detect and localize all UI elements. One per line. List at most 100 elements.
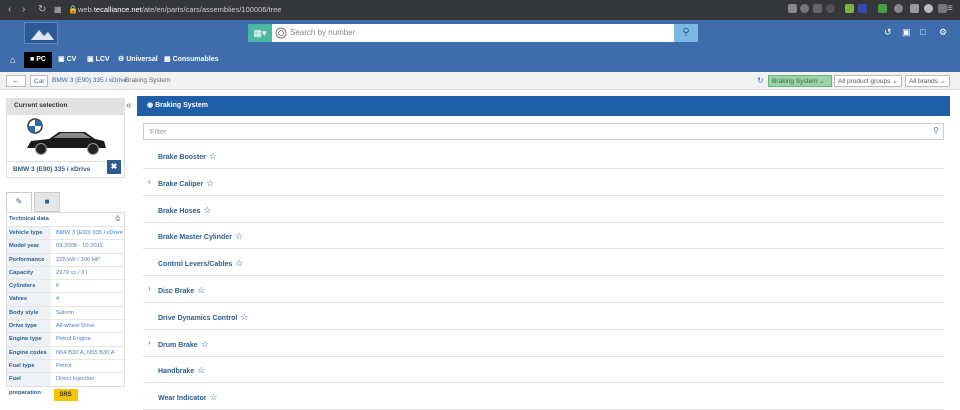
forward-icon[interactable]: › <box>22 4 25 16</box>
favorite-star-icon[interactable]: ☆ <box>206 178 214 188</box>
chevron-right-icon[interactable]: › <box>148 177 151 186</box>
home-icon[interactable]: ⌂ <box>10 52 15 68</box>
favorite-star-icon[interactable]: ☆ <box>235 231 243 241</box>
nav-cv[interactable]: ▣ CV <box>58 52 76 68</box>
assembly-item-label: Brake Hoses <box>158 207 201 215</box>
print-icon[interactable]: ⎙ <box>115 213 120 226</box>
assembly-item-label-wrap[interactable]: Brake Master Cylinder ☆ <box>158 231 243 242</box>
assembly-select[interactable]: Braking System ⌄ <box>768 75 832 87</box>
nav-universal[interactable]: ⚙ Universal <box>118 52 158 68</box>
breadcrumb-model[interactable]: BMW 3 (E90) 335 i xDrive <box>52 75 127 87</box>
send-icon[interactable] <box>813 4 822 13</box>
assembly-list-item[interactable]: Brake Hoses ☆ <box>143 196 944 223</box>
assembly-list-item[interactable]: › Brake Caliper ☆ <box>143 169 944 196</box>
collapse-panel-icon[interactable]: « <box>126 100 132 111</box>
assembly-list-item[interactable]: Control Levers/Cables ☆ <box>143 249 944 277</box>
technical-data-row: Capacity 2979 cc / 3 l <box>7 265 124 280</box>
van-icon: ▣ <box>87 56 94 63</box>
search-type-dropdown[interactable]: ▦▾ <box>248 24 272 42</box>
favorite-star-icon[interactable]: ☆ <box>197 285 205 295</box>
assembly-list-item[interactable]: Handbrake ☆ <box>143 356 944 384</box>
nav-lcv-label: LCV <box>95 56 110 63</box>
edit-document-icon: ✎ <box>15 197 23 206</box>
favorite-star-icon[interactable]: ☆ <box>235 258 243 268</box>
download-icon[interactable] <box>938 4 947 13</box>
breadcrumb-car[interactable]: Car <box>30 75 49 87</box>
chevron-right-icon[interactable]: › <box>148 338 151 347</box>
assembly-item-label-wrap[interactable]: Disc Brake ☆ <box>158 285 205 296</box>
tab-vehicle-view[interactable]: ■ <box>34 192 60 212</box>
profile-avatar-icon[interactable] <box>924 4 933 13</box>
nav-pc-label: PC <box>36 56 46 63</box>
technical-data-row: Valves 4 <box>7 292 124 306</box>
assembly-item-label: Disc Brake <box>158 288 195 295</box>
favorite-star-icon[interactable]: ☆ <box>203 205 211 215</box>
reload-icon[interactable]: ↻ <box>38 4 46 16</box>
assembly-item-label-wrap[interactable]: Wear Indicator ☆ <box>158 392 218 403</box>
assembly-item-label-wrap[interactable]: Drive Dynamics Control ☆ <box>158 312 248 323</box>
technical-data-value: 4 <box>56 296 60 303</box>
technical-data-key: Valves <box>7 293 51 306</box>
document-icon[interactable]: ▣ <box>902 27 911 38</box>
srs-button[interactable]: SRS <box>53 388 78 401</box>
nav-pc[interactable]: ■ PC <box>24 52 52 68</box>
extensions-puzzle-icon[interactable] <box>910 4 919 13</box>
search-input[interactable]: Search by number <box>290 24 355 42</box>
vehicle-type-nav: ⌂ ■ PC ▣ CV ▣ LCV ⚙ Universal ▦ Consumab… <box>0 48 960 72</box>
nav-lcv[interactable]: ▣ LCV <box>87 52 110 68</box>
assembly-item-label-wrap[interactable]: Brake Booster ☆ <box>158 151 217 162</box>
url-prefix: web. <box>78 5 94 14</box>
extension-green-icon[interactable] <box>845 4 854 13</box>
back-icon[interactable]: ‹ <box>8 4 11 16</box>
technical-data-row: Body style Saloon <box>7 305 124 320</box>
favorite-star-icon[interactable]: ☆ <box>201 339 209 349</box>
shield-check-icon[interactable] <box>800 4 809 13</box>
heart-icon[interactable] <box>826 4 835 13</box>
assembly-item-label-wrap[interactable]: Drum Brake ☆ <box>158 339 209 350</box>
assembly-list-item[interactable]: › Drum Brake ☆ <box>143 330 944 357</box>
search-button[interactable]: ⚲ <box>674 24 698 42</box>
assembly-list-item[interactable]: Drive Dynamics Control ☆ <box>143 303 944 330</box>
brands-select[interactable]: All brands ⌄ <box>905 75 950 87</box>
filter-placeholder: Filter <box>150 127 167 136</box>
close-icon: ✖ <box>110 162 118 171</box>
product-groups-value: All product groups <box>838 78 891 85</box>
filter-input[interactable]: Filter ⚲ <box>143 123 944 140</box>
assembly-list-item[interactable]: Brake Master Cylinder ☆ <box>143 222 944 250</box>
camera-icon[interactable] <box>788 4 797 13</box>
assembly-item-label: Wear Indicator <box>158 395 207 403</box>
assembly-list-item[interactable]: › Disc Brake ☆ <box>143 276 944 303</box>
refresh-icon[interactable]: ↻ <box>757 75 764 87</box>
tab-technical-data[interactable]: ✎ <box>6 192 32 212</box>
app-logo[interactable] <box>24 22 58 44</box>
settings-icon[interactable] <box>894 4 903 13</box>
chevron-right-icon[interactable]: › <box>148 284 151 293</box>
assembly-item-label-wrap[interactable]: Brake Caliper ☆ <box>158 178 214 189</box>
remove-vehicle-button[interactable]: ✖ <box>107 160 121 174</box>
technical-data-key: Engine codes <box>7 346 51 359</box>
assembly-item-label-wrap[interactable]: Brake Hoses ☆ <box>158 205 212 216</box>
favorite-star-icon[interactable]: ☆ <box>240 312 248 322</box>
vehicle-panel: Current selection BMW 3 (E90) 335 i xDri… <box>6 98 125 408</box>
technical-data-key: Body style <box>7 306 51 320</box>
nav-consumables[interactable]: ▦ Consumables <box>164 52 218 68</box>
favorite-star-icon[interactable]: ☆ <box>210 392 218 402</box>
browser-menu-icon[interactable]: ≡ <box>947 3 953 15</box>
gear-icon[interactable]: ⚙ <box>939 27 947 38</box>
assembly-item-label-wrap[interactable]: Control Levers/Cables ☆ <box>158 258 243 269</box>
favorite-star-icon[interactable]: ☆ <box>209 151 217 161</box>
chat-icon[interactable]: □ <box>920 27 925 37</box>
assembly-list-item[interactable]: Brake Booster ☆ <box>143 142 944 169</box>
extension-blue-icon[interactable] <box>858 4 867 13</box>
bmw-car-illustration <box>27 118 106 155</box>
car-view-icon: ■ <box>44 197 50 206</box>
technical-data-row: Vehicle type BMW 3 (E90) 335 i xDrive <box>7 226 124 240</box>
extension-shield-icon[interactable] <box>878 4 887 13</box>
assembly-item-label-wrap[interactable]: Handbrake ☆ <box>158 365 205 376</box>
history-icon[interactable]: ↺ <box>884 27 892 38</box>
product-groups-select[interactable]: All product groups ⌄ <box>834 75 902 87</box>
tab-grid-icon[interactable]: ▦ <box>54 4 62 16</box>
back-button[interactable]: ← <box>6 75 26 87</box>
assembly-list-item[interactable]: Wear Indicator ☆ <box>143 383 944 410</box>
favorite-star-icon[interactable]: ☆ <box>197 365 205 375</box>
